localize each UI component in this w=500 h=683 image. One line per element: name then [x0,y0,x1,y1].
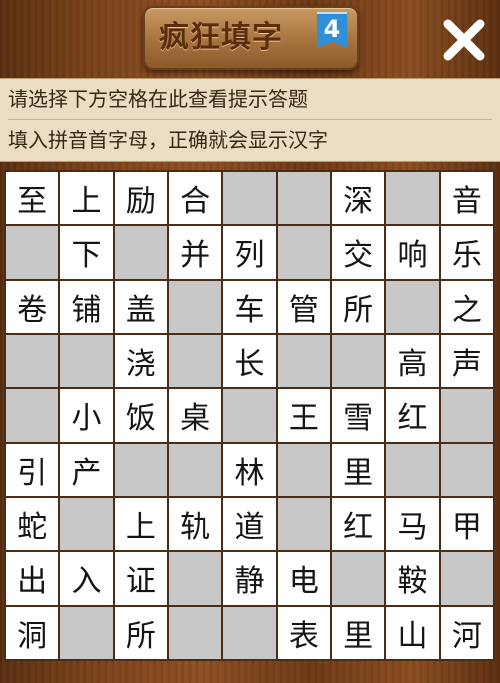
game-logo: 疯狂填字 4 [143,6,359,70]
grid-cell-filled[interactable]: 下 [60,226,113,279]
grid-cell-blank[interactable] [331,552,385,605]
grid-cell-filled[interactable]: 出 [6,552,59,605]
grid-cell-filled[interactable]: 上 [114,497,167,551]
grid-cell-filled[interactable]: 桌 [168,389,222,442]
grid-cell-filled[interactable]: 证 [114,552,167,605]
grid-cell-blank[interactable] [440,443,493,496]
grid-cell-blank[interactable] [114,226,167,279]
grid-cell-blank[interactable] [386,443,439,496]
grid-cell-filled[interactable]: 马 [386,497,439,551]
grid-cell-blank[interactable] [386,172,439,225]
hint-instruction-select: 请选择下方空格在此查看提示答题 [8,87,308,111]
grid-cell-blank[interactable] [168,334,222,388]
grid-cell-filled[interactable]: 鞍 [386,552,439,605]
grid-cell-filled[interactable]: 所 [331,280,385,333]
grid-cell-blank[interactable] [168,606,222,659]
grid-cell-filled[interactable]: 声 [440,334,493,388]
grid-cell-filled[interactable]: 静 [223,552,276,605]
grid-cell-blank[interactable] [60,606,113,659]
grid-cell-filled[interactable]: 道 [223,497,276,551]
grid-cell-filled[interactable]: 至 [6,172,59,225]
grid-cell-filled[interactable]: 王 [277,389,330,442]
grid-cell-filled[interactable]: 红 [331,497,385,551]
grid-cell-filled[interactable]: 乐 [440,226,493,279]
level-badge: 4 [317,12,347,48]
grid-cell-filled[interactable]: 饭 [114,389,167,442]
grid-cell-filled[interactable]: 卷 [6,280,59,333]
grid-cell-filled[interactable]: 响 [386,226,439,279]
grid-cell-filled[interactable]: 山 [386,606,439,659]
grid-cell-blank[interactable] [223,172,276,225]
grid-cell-filled[interactable]: 甲 [440,497,493,551]
grid-cell-blank[interactable] [277,226,330,279]
grid-cell-filled[interactable]: 入 [60,552,113,605]
grid-cell-filled[interactable]: 高 [386,334,439,388]
grid-cell-blank[interactable] [223,606,276,659]
grid-cell-filled[interactable]: 之 [440,280,493,333]
grid-cell-filled[interactable]: 里 [331,443,385,496]
grid-cell-blank[interactable] [168,280,222,333]
grid-cell-blank[interactable] [277,443,330,496]
grid-cell-blank[interactable] [223,389,276,442]
grid-cell-filled[interactable]: 轨 [168,497,222,551]
grid-cell-filled[interactable]: 电 [277,552,330,605]
grid-cell-blank[interactable] [440,552,493,605]
grid-cell-blank[interactable] [331,334,385,388]
grid-cell-filled[interactable]: 盖 [114,280,167,333]
grid-cell-filled[interactable]: 表 [277,606,330,659]
header: 疯狂填字 4 [0,0,500,76]
grid-cell-filled[interactable]: 红 [386,389,439,442]
grid-cell-filled[interactable]: 引 [6,443,59,496]
grid-cell-filled[interactable]: 励 [114,172,167,225]
logo-title: 疯狂填字 [159,20,283,55]
grid-cell-filled[interactable]: 所 [114,606,167,659]
grid-cell-blank[interactable] [168,552,222,605]
grid-cell-filled[interactable]: 上 [60,172,113,225]
crossword-grid: 至上励合深音下并列交响乐卷铺盖车管所之浇长高声小饭桌王雪红引产林里蛇上轨道红马甲… [4,170,495,661]
grid-cell-blank[interactable] [6,334,59,388]
grid-cell-filled[interactable]: 雪 [331,389,385,442]
grid-cell-blank[interactable] [60,334,113,388]
grid-cell-filled[interactable]: 小 [60,389,113,442]
grid-cell-blank[interactable] [114,443,167,496]
grid-cell-filled[interactable]: 并 [168,226,222,279]
grid-cell-filled[interactable]: 河 [440,606,493,659]
grid-cell-blank[interactable] [277,497,330,551]
grid-cell-filled[interactable]: 交 [331,226,385,279]
grid-cell-filled[interactable]: 林 [223,443,276,496]
grid-cell-filled[interactable]: 里 [331,606,385,659]
hint-panel: 请选择下方空格在此查看提示答题 填入拼音首字母，正确就会显示汉字 [0,78,500,162]
hint-instruction-input: 填入拼音首字母，正确就会显示汉字 [8,119,492,160]
grid-cell-blank[interactable] [440,389,493,442]
grid-cell-filled[interactable]: 音 [440,172,493,225]
grid-cell-filled[interactable]: 浇 [114,334,167,388]
grid-cell-filled[interactable]: 长 [223,334,276,388]
grid-cell-filled[interactable]: 合 [168,172,222,225]
grid-cell-blank[interactable] [60,497,113,551]
grid-cell-blank[interactable] [168,443,222,496]
grid-cell-blank[interactable] [6,389,59,442]
grid-cell-filled[interactable]: 列 [223,226,276,279]
grid-cell-filled[interactable]: 产 [60,443,113,496]
grid-cell-filled[interactable]: 深 [331,172,385,225]
grid-cell-blank[interactable] [277,172,330,225]
close-button[interactable] [436,12,492,68]
grid-cell-blank[interactable] [277,334,330,388]
grid-cell-filled[interactable]: 蛇 [6,497,59,551]
grid-cell-filled[interactable]: 铺 [60,280,113,333]
grid-cell-filled[interactable]: 管 [277,280,330,333]
grid-cell-filled[interactable]: 洞 [6,606,59,659]
grid-cell-blank[interactable] [6,226,59,279]
grid-cell-filled[interactable]: 车 [223,280,276,333]
grid-cell-blank[interactable] [386,280,439,333]
close-icon [443,19,485,61]
